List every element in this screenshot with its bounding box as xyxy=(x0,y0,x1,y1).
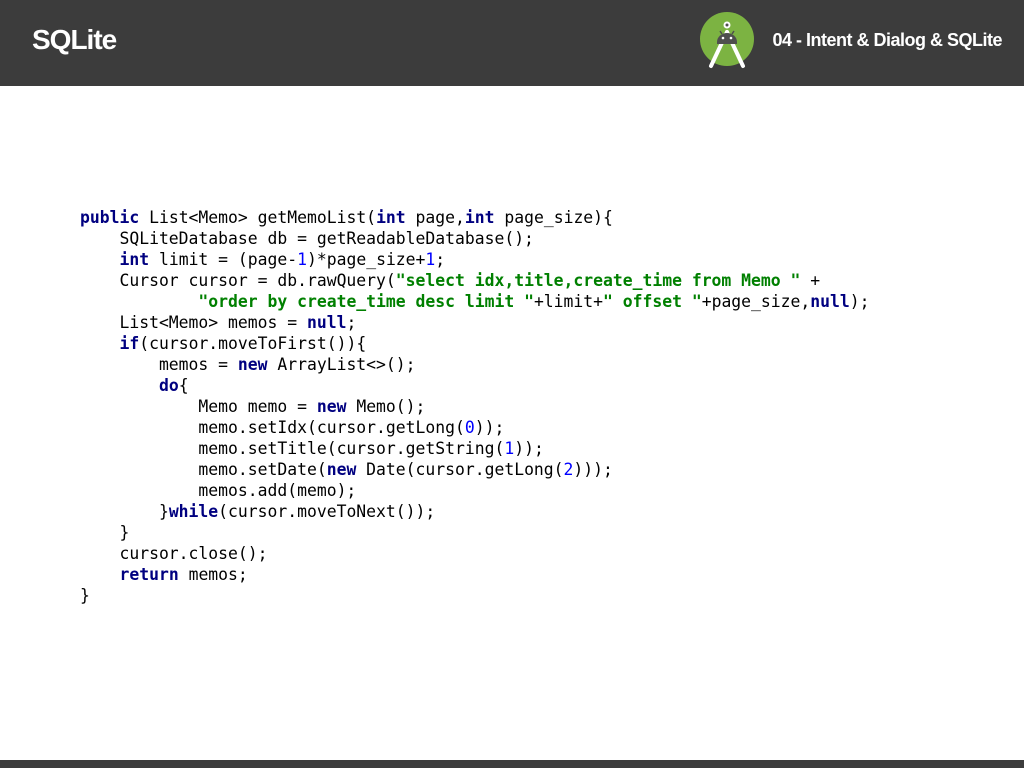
code-token: return xyxy=(119,565,179,584)
code-token: int xyxy=(119,250,150,269)
code-line: if(cursor.moveToFirst()){ xyxy=(80,333,870,354)
code-token: )); xyxy=(474,418,505,437)
code-line: }while(cursor.moveToNext()); xyxy=(80,501,870,522)
code-block: public List<Memo> getMemoList(int page,i… xyxy=(80,207,870,606)
code-token: ); xyxy=(849,292,870,311)
code-line: public List<Memo> getMemoList(int page,i… xyxy=(80,207,870,228)
footer-bar xyxy=(0,760,1024,768)
code-token: )); xyxy=(514,439,544,458)
code-token: int xyxy=(376,208,406,227)
code-line: } xyxy=(80,522,870,543)
code-token: List<Memo> memos = xyxy=(80,313,307,332)
code-token: memo.setDate( xyxy=(80,460,327,479)
code-line: memo.setIdx(cursor.getLong(0)); xyxy=(80,417,870,438)
code-line: SQLiteDatabase db = getReadableDatabase(… xyxy=(80,228,870,249)
code-token: public xyxy=(80,208,140,227)
code-token: ; xyxy=(346,313,357,332)
section-title: 04 - Intent & Dialog & SQLite xyxy=(772,30,1002,50)
code-token: cursor.close(); xyxy=(80,544,268,563)
code-line: List<Memo> memos = null; xyxy=(80,312,870,333)
code-line: do{ xyxy=(80,375,870,396)
slide-title: SQLite xyxy=(32,24,117,55)
slide-header: SQLite 04 - Intent & Dialog & SQLite xyxy=(0,0,1024,86)
code-token: Memo(); xyxy=(346,397,426,416)
code-token: "order by create_time desc limit " xyxy=(198,292,534,311)
code-token: Cursor cursor = db.rawQuery( xyxy=(80,271,396,290)
code-token: memos; xyxy=(178,565,248,584)
code-token: ; xyxy=(435,250,446,269)
code-token: Date(cursor.getLong( xyxy=(356,460,564,479)
code-token: null xyxy=(810,292,850,311)
code-token: int xyxy=(464,208,495,227)
code-token: " offset " xyxy=(603,292,702,311)
code-token: page, xyxy=(405,208,465,227)
code-token: +limit+ xyxy=(533,292,604,311)
code-line: Memo memo = new Memo(); xyxy=(80,396,870,417)
code-line: memo.setTitle(cursor.getString(1)); xyxy=(80,438,870,459)
code-token: SQLiteDatabase db = getReadableDatabase(… xyxy=(80,229,534,248)
code-token: memos = xyxy=(80,355,238,374)
code-line: "order by create_time desc limit "+limit… xyxy=(80,291,870,312)
code-line: memos = new ArrayList<>(); xyxy=(80,354,870,375)
code-line: cursor.close(); xyxy=(80,543,870,564)
code-token: } xyxy=(80,586,90,605)
code-line: int limit = (page-1)*page_size+1; xyxy=(80,249,870,270)
code-token: Memo memo = xyxy=(80,397,317,416)
code-token: } xyxy=(80,502,169,521)
code-token: + xyxy=(800,271,821,290)
code-token: 1 xyxy=(297,250,307,269)
code-token: memos.add(memo); xyxy=(80,481,357,500)
code-token: ))); xyxy=(573,460,613,479)
code-token: "select idx,title,create_time from Memo … xyxy=(395,271,801,290)
code-token: { xyxy=(178,376,189,395)
code-line: return memos; xyxy=(80,564,870,585)
code-line: memos.add(memo); xyxy=(80,480,870,501)
code-token: List<Memo> getMemoList( xyxy=(139,208,377,227)
code-token: limit = (page- xyxy=(149,250,298,269)
code-token: ArrayList<>(); xyxy=(267,355,416,374)
code-token: +page_size, xyxy=(701,292,811,311)
code-token: (cursor.moveToNext()); xyxy=(218,502,436,521)
code-token: 1 xyxy=(504,439,515,458)
android-studio-icon xyxy=(700,12,754,68)
code-line: Cursor cursor = db.rawQuery("select idx,… xyxy=(80,270,870,291)
code-token: do xyxy=(158,376,179,395)
code-token: new xyxy=(326,460,357,479)
code-token: new xyxy=(316,397,347,416)
code-token: page_size){ xyxy=(494,208,613,227)
code-token: memo.setIdx(cursor.getLong( xyxy=(80,418,465,437)
code-token: new xyxy=(237,355,268,374)
code-line: memo.setDate(new Date(cursor.getLong(2))… xyxy=(80,459,870,480)
code-token: (cursor.moveToFirst()){ xyxy=(139,334,367,353)
code-token: memo.setTitle(cursor.getString( xyxy=(80,439,505,458)
code-line: } xyxy=(80,585,870,606)
code-token: while xyxy=(168,502,219,521)
code-token: )*page_size+ xyxy=(307,250,426,269)
code-token: null xyxy=(306,313,347,332)
code-token: 1 xyxy=(425,250,436,269)
code-token: 2 xyxy=(563,460,574,479)
code-token: if xyxy=(119,334,140,353)
code-token: 0 xyxy=(464,418,475,437)
code-token: } xyxy=(80,523,130,542)
